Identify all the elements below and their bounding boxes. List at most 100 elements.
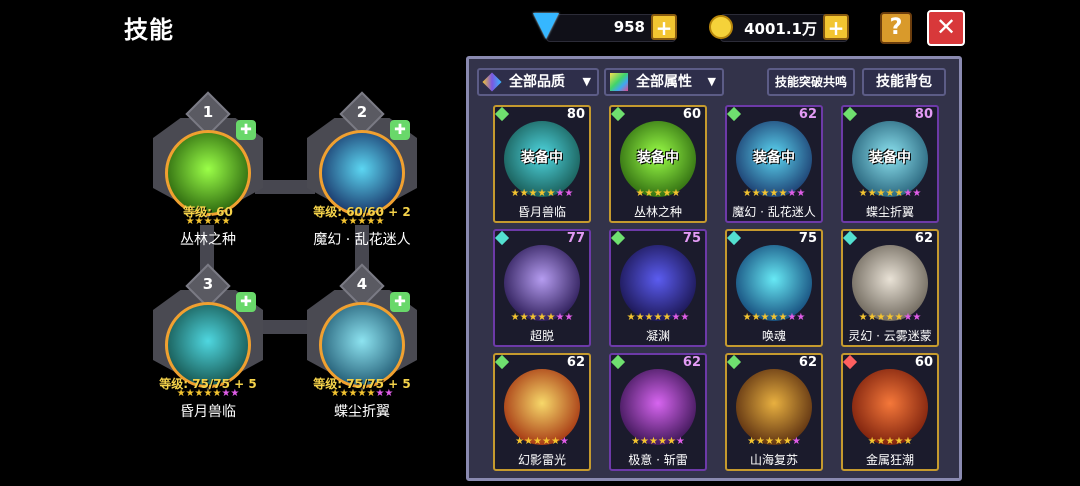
gold-count: 4001.1万 [744,20,817,38]
skill-stars: ★★★★★★★ [858,188,922,199]
skill-orb-icon [736,245,812,321]
slot-stars: ★★★★★ [339,216,385,227]
skill-card[interactable]: 62 ★★★★★★ 极意 · 斩雷 [609,353,707,471]
skill-stars: ★★★★★★★ [742,188,806,199]
gem-icon [533,13,559,39]
element-tag-icon [610,230,626,246]
skill-stars: ★★★★★★★ [626,312,690,323]
skill-name: 极意 · 斩雷 [628,453,688,467]
gem-count: 958 [613,18,645,36]
breakthrough-resonance-button[interactable]: 技能突破共鸣 [767,68,855,96]
quality-filter-dropdown[interactable]: 全部品质 ▼ [477,68,599,96]
skill-card[interactable]: 62 ★★★★★★ 山海复苏 [725,353,823,471]
skill-orb-icon [620,245,696,321]
slot-number: 1 [202,103,214,121]
skill-backpack-button[interactable]: 技能背包 [862,68,946,96]
skill-level: 60 [914,355,933,370]
coin-icon [709,15,733,39]
skill-stars: ★★★★★★ [515,436,569,447]
skill-card[interactable]: 60 装备中 ★★★★★ 丛林之种 [609,105,707,223]
skill-name: 昏月兽临 [517,205,566,219]
element-tag-icon [726,106,742,122]
gem-counter: 958 + [533,13,677,42]
skill-level: 75 [798,231,817,246]
skill-name: 唤魂 [761,329,786,343]
skill-card[interactable]: 62 装备中 ★★★★★★★ 魔幻 · 乱花迷人 [725,105,823,223]
equipped-label: 装备中 [869,150,911,166]
slot-skill-name: 魔幻 · 乱花迷人 [313,232,411,248]
skill-card[interactable]: 60 ★★★★★ 金属狂潮 [841,353,939,471]
skill-level: 62 [682,355,701,370]
slot-stars: ★★★★★ [185,216,231,227]
skill-card[interactable]: 75 ★★★★★★★ 唤魂 [725,229,823,347]
skill-name: 凝渊 [645,329,670,343]
skill-card[interactable]: 62 ★★★★★★ 幻影雷光 [493,353,591,471]
skill-stars: ★★★★★★★ [742,312,806,323]
skill-stars: ★★★★★★★ [510,188,574,199]
slot-number: 3 [202,275,214,293]
add-gold-button[interactable]: + [823,14,849,40]
skill-stars: ★★★★★★ [747,436,801,447]
skill-panel: 全部品质 ▼ 全部属性 ▼ 技能突破共鸣 技能背包 80 装备中 ★★★★★★★ 昏月… [466,56,962,481]
skill-name: 魔幻 · 乱花迷人 [732,205,816,219]
element-tag-icon [610,354,626,370]
attribute-filter-dropdown[interactable]: 全部属性 ▼ [604,68,724,96]
quality-filter-label: 全部品质 [509,74,565,90]
skill-name: 丛林之种 [633,205,682,219]
skill-stars: ★★★★★ [867,436,913,447]
element-tag-icon [842,230,858,246]
slot-number: 4 [356,275,368,293]
skill-orb-icon [620,369,696,445]
skill-level: 62 [566,355,585,370]
equipped-label: 装备中 [753,150,795,166]
upgrade-badge-icon: ✚ [390,120,410,140]
equipped-slot-4[interactable]: 4 ✚ 等级: 75/75 + 5 ★★★★★★★ 蝶尘折翼 [302,263,422,420]
skill-orb-icon [736,369,812,445]
skill-level: 75 [682,231,701,246]
attribute-filter-label: 全部属性 [636,74,692,90]
slot-skill-name: 丛林之种 [180,232,236,248]
skill-card[interactable]: 80 装备中 ★★★★★★★ 蝶尘折翼 [841,105,939,223]
quality-icon [482,72,502,92]
equipped-slot-3[interactable]: 3 ✚ 等级: 75/75 + 5 ★★★★★★★ 昏月兽临 [148,263,268,420]
equipped-slot-1[interactable]: 1 ✚ 等级: 60 ★★★★★ 丛林之种 [148,91,268,248]
skill-name: 超脱 [529,329,554,343]
slot-number: 2 [356,103,368,121]
add-gems-button[interactable]: + [651,14,677,40]
skill-stars: ★★★★★★★ [510,312,574,323]
skill-name: 幻影雷光 [517,453,566,467]
close-button[interactable]: ✕ [927,10,965,46]
equipped-slot-2[interactable]: 2 ✚ 等级: 60/60 + 2 ★★★★★ 魔幻 · 乱花迷人 [302,91,422,248]
element-tag-icon [842,354,858,370]
element-tag-icon [494,106,510,122]
element-tag-icon [494,230,510,246]
slot-stars: ★★★★★★★ [176,388,240,399]
skill-card[interactable]: 80 装备中 ★★★★★★★ 昏月兽临 [493,105,591,223]
skill-card[interactable]: 77 ★★★★★★★ 超脱 [493,229,591,347]
slot-skill-name: 昏月兽临 [180,404,236,420]
skill-stars: ★★★★★★★ [858,312,922,323]
upgrade-badge-icon: ✚ [236,292,256,312]
element-tag-icon [726,354,742,370]
chevron-down-icon: ▼ [582,75,591,88]
skill-name: 灵幻 · 云雾迷蒙 [848,329,932,343]
skill-name: 山海复苏 [749,453,798,467]
attribute-icon [610,73,628,91]
gold-counter: 4001.1万 + [709,14,849,42]
skill-card[interactable]: 75 ★★★★★★★ 凝渊 [609,229,707,347]
skill-level: 62 [798,355,817,370]
element-tag-icon [610,106,626,122]
page-title: 技能 [124,16,174,44]
skill-orb-icon [852,245,928,321]
skill-level: 77 [566,231,585,246]
skill-card[interactable]: 62 ★★★★★★★ 灵幻 · 云雾迷蒙 [841,229,939,347]
help-button[interactable]: ? [880,12,912,44]
equipped-label: 装备中 [637,150,679,166]
skill-level: 80 [566,107,585,122]
skill-orb-icon [504,369,580,445]
chevron-down-icon: ▼ [707,75,716,88]
skill-name: 蝶尘折翼 [865,205,914,219]
skill-stars: ★★★★★ [635,188,681,199]
skill-level: 60 [682,107,701,122]
upgrade-badge-icon: ✚ [390,292,410,312]
